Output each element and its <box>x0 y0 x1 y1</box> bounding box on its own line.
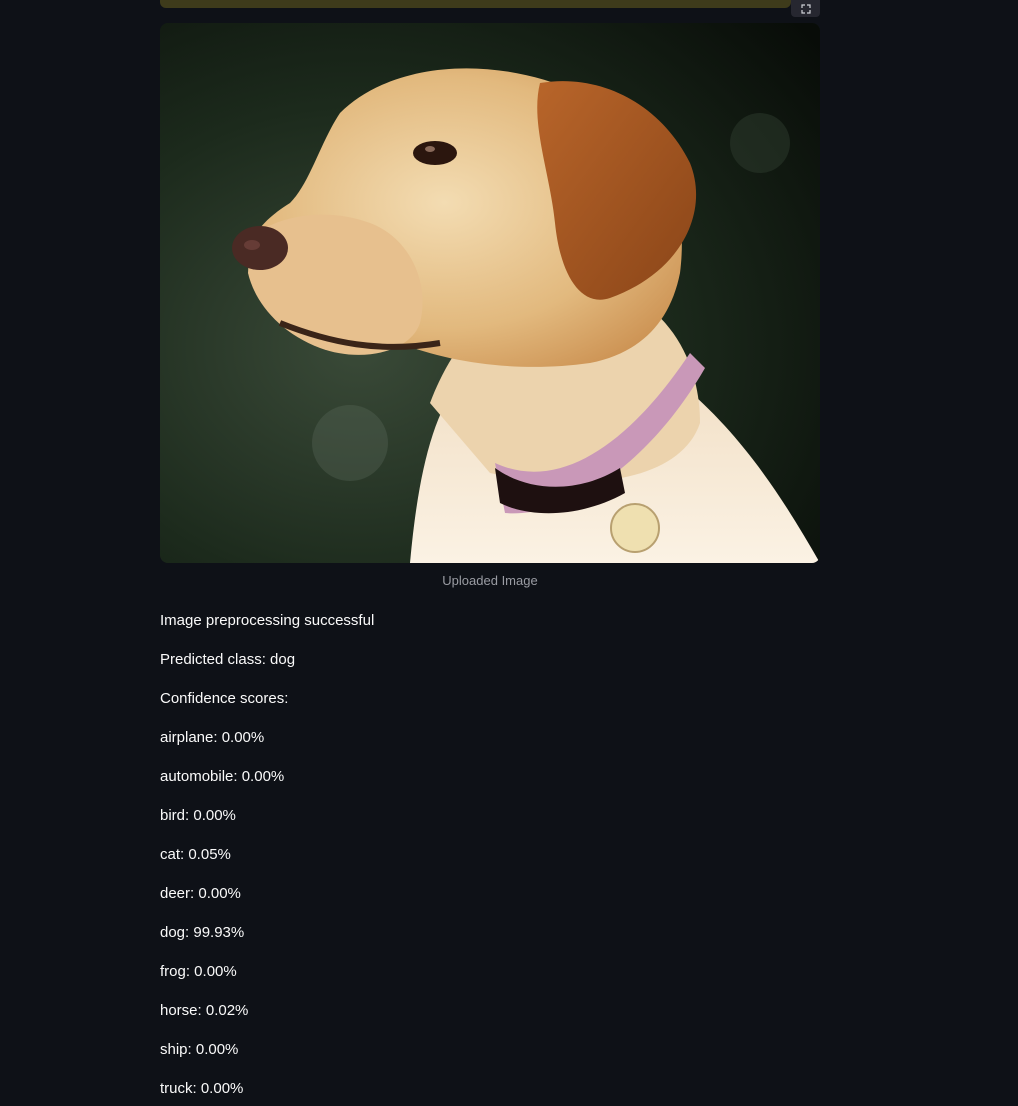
fullscreen-button[interactable] <box>791 0 820 17</box>
score-cat: cat: 0.05% <box>160 846 231 863</box>
fullscreen-icon <box>800 3 811 14</box>
dog-photo <box>160 23 820 563</box>
score-frog: frog: 0.00% <box>160 963 237 980</box>
score-deer: deer: 0.00% <box>160 885 241 902</box>
status-text: Image preprocessing successful <box>160 612 375 629</box>
score-truck: truck: 0.00% <box>160 1080 244 1097</box>
score-bird: bird: 0.00% <box>160 807 236 824</box>
uploaded-image <box>160 23 820 563</box>
score-dog: dog: 99.93% <box>160 924 245 941</box>
previous-element-bar <box>160 0 791 8</box>
score-horse: horse: 0.02% <box>160 1002 249 1019</box>
score-ship: ship: 0.00% <box>160 1041 239 1058</box>
image-caption: Uploaded Image <box>442 573 538 588</box>
score-airplane: airplane: 0.00% <box>160 729 265 746</box>
confidence-header: Confidence scores: <box>160 690 289 707</box>
predicted-class-text: Predicted class: dog <box>160 651 296 668</box>
score-automobile: automobile: 0.00% <box>160 768 285 785</box>
